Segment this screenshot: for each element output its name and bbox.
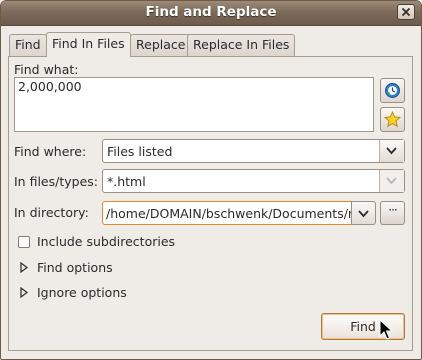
- find-what-input[interactable]: 2,000,000: [14, 77, 374, 132]
- tab-replace[interactable]: Replace: [130, 34, 192, 56]
- directory-input[interactable]: /home/DOMAIN/bschwenk/Documents/m: [102, 201, 352, 225]
- include-subdirectories-label[interactable]: Include subdirectories: [37, 234, 175, 249]
- title-bar[interactable]: Find and Replace: [1, 1, 421, 26]
- ignore-options-expander[interactable]: Ignore options: [37, 285, 127, 300]
- find-where-value: Files listed: [107, 144, 173, 159]
- find-where-label: Find where:: [14, 144, 87, 159]
- chevron-down-icon: [386, 147, 397, 155]
- find-where-select[interactable]: Files listed: [102, 139, 405, 163]
- file-types-dropdown-button[interactable]: [379, 170, 404, 192]
- close-button[interactable]: [397, 4, 415, 20]
- file-types-input[interactable]: *.html: [102, 169, 405, 193]
- find-where-dropdown-button[interactable]: [379, 140, 404, 162]
- close-icon: [401, 7, 411, 17]
- find-replace-dialog: Find and Replace Find Find In Files Repl…: [0, 0, 422, 360]
- find-what-label: Find what:: [14, 62, 79, 77]
- browse-button[interactable]: ···: [380, 201, 405, 225]
- triangle-right-icon[interactable]: [20, 287, 28, 298]
- tab-replace-in-files[interactable]: Replace In Files: [187, 34, 296, 56]
- history-button[interactable]: [380, 78, 405, 103]
- star-icon: [384, 111, 401, 128]
- tab-find[interactable]: Find: [9, 34, 47, 56]
- history-icon: [385, 83, 400, 98]
- chevron-down-icon: [386, 177, 397, 185]
- tab-find-in-files[interactable]: Find In Files: [46, 32, 131, 57]
- directory-value: /home/DOMAIN/bschwenk/Documents/m: [106, 206, 352, 221]
- file-types-value: *.html: [107, 174, 146, 189]
- mouse-cursor-icon: [379, 319, 393, 340]
- window-title: Find and Replace: [145, 4, 277, 20]
- triangle-right-icon[interactable]: [20, 262, 28, 273]
- favorites-button[interactable]: [380, 107, 405, 132]
- find-what-value: 2,000,000: [18, 79, 82, 94]
- include-subdirectories-checkbox[interactable]: [18, 236, 30, 248]
- chevron-down-icon: [358, 210, 369, 218]
- find-options-expander[interactable]: Find options: [37, 260, 113, 275]
- file-types-label: In files/types:: [14, 174, 98, 189]
- directory-dropdown-button[interactable]: [351, 201, 376, 225]
- directory-label: In directory:: [14, 205, 89, 220]
